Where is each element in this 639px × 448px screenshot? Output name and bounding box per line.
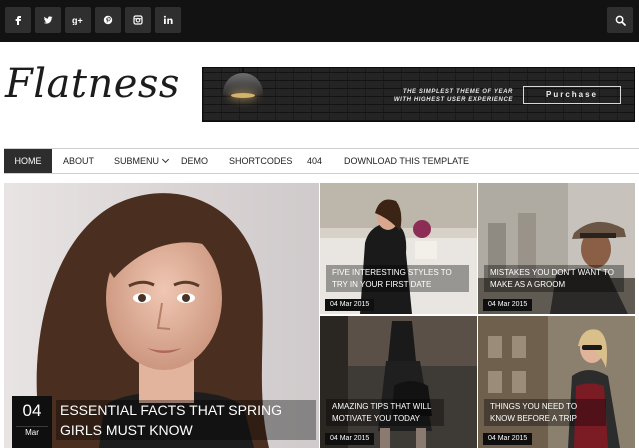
featured-post-title-1[interactable]: Five interesting styles to try in your f…	[326, 265, 469, 292]
facebook-icon[interactable]	[5, 7, 31, 33]
linkedin-icon[interactable]	[155, 7, 181, 33]
featured-post-date-4: 04 Mar 2015	[483, 433, 533, 445]
featured-post-image-1	[320, 183, 477, 314]
featured-post-card-3[interactable]: Amazing tips that will motivate you toda…	[320, 316, 477, 448]
featured-post-title-3[interactable]: Amazing tips that will motivate you toda…	[326, 399, 444, 426]
site-logo[interactable]: Flatness	[5, 61, 180, 107]
nav-item-404[interactable]: 404	[307, 149, 322, 173]
svg-text:g+: g+	[72, 16, 83, 26]
nav-item-about[interactable]: About	[63, 149, 94, 173]
featured-main-month: Mar	[16, 426, 48, 439]
top-bar: g+	[0, 0, 639, 42]
pinterest-icon[interactable]	[95, 7, 121, 33]
featured-post-date-1: 04 Mar 2015	[325, 299, 375, 311]
featured-post-image-2	[478, 183, 635, 314]
featured-post-card-4[interactable]: Things you need to know before a trip 04…	[478, 316, 635, 448]
banner-line-2: with highest user experience	[393, 97, 513, 103]
google-plus-icon[interactable]: g+	[65, 7, 91, 33]
twitter-icon[interactable]	[35, 7, 61, 33]
nav-item-demo[interactable]: Demo	[181, 149, 208, 173]
featured-post-image-4	[478, 316, 635, 448]
featured-post-image-3	[320, 316, 477, 448]
instagram-icon[interactable]	[125, 7, 151, 33]
purchase-button[interactable]: Purchase	[523, 86, 621, 104]
featured-post-card-2[interactable]: Mistakes you don't want to make as a gro…	[478, 183, 635, 314]
featured-post-date-2: 04 Mar 2015	[483, 299, 533, 311]
banner-tagline: The simplest theme of year with highest …	[391, 88, 513, 104]
nav-item-shortcodes[interactable]: Shortcodes	[229, 149, 292, 173]
featured-post-date-3: 04 Mar 2015	[325, 433, 375, 445]
featured-main-title[interactable]: Essential facts that spring girls must k…	[56, 400, 316, 440]
featured-main-day: 04	[22, 401, 42, 420]
nav-item-home[interactable]: Home	[4, 149, 52, 173]
featured-post-title-4[interactable]: Things you need to know before a trip	[484, 399, 606, 426]
search-icon[interactable]	[607, 7, 633, 33]
nav-item-download[interactable]: Download This Template	[344, 149, 469, 173]
lamp-light	[231, 93, 255, 98]
featured-post-card-1[interactable]: Five interesting styles to try in your f…	[320, 183, 477, 314]
featured-main-date: 04 Mar	[12, 396, 52, 448]
banner-line-1: The simplest theme of year	[402, 89, 513, 95]
featured-main-card[interactable]: Essential facts that spring girls must k…	[4, 183, 319, 448]
header-banner-ad[interactable]: The simplest theme of year with highest …	[202, 67, 635, 122]
featured-post-title-2[interactable]: Mistakes you don't want to make as a gro…	[484, 265, 624, 292]
chevron-down-icon	[161, 155, 170, 164]
main-nav: Home About Submenu Demo Shortcodes 404 D…	[4, 148, 639, 174]
nav-item-submenu-label: Submenu	[114, 156, 160, 166]
nav-item-submenu[interactable]: Submenu	[114, 149, 170, 173]
